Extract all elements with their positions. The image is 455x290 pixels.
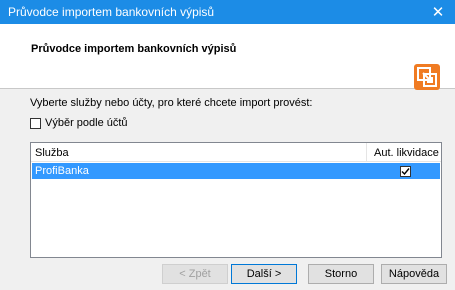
column-header-service[interactable]: Služba (35, 147, 69, 159)
service-name: ProfiBanka (35, 165, 89, 177)
import-wizard-icon (414, 64, 440, 90)
import-wizard-window: Průvodce importem bankovních výpisů ✕ Pr… (0, 0, 455, 290)
page-title: Průvodce importem bankovních výpisů (31, 43, 237, 55)
column-header-auto-liquidation[interactable]: Aut. likvidace (374, 147, 439, 159)
wizard-header: Průvodce importem bankovních výpisů (0, 24, 455, 90)
column-divider[interactable] (366, 143, 367, 161)
close-icon[interactable]: ✕ (421, 0, 455, 24)
instruction-text: Vyberte služby nebo účty, pro které chce… (30, 97, 313, 109)
back-button[interactable]: < Zpět (162, 264, 228, 284)
select-by-accounts-checkbox[interactable] (30, 117, 41, 129)
title-bar[interactable]: Průvodce importem bankovních výpisů ✕ (0, 0, 455, 24)
table-row[interactable]: ProfiBanka (32, 163, 440, 179)
auto-liquidation-checkbox[interactable] (400, 166, 411, 177)
help-button[interactable]: Nápověda (381, 264, 447, 284)
services-list[interactable]: Služba Aut. likvidace ProfiBanka (30, 142, 442, 258)
cancel-button[interactable]: Storno (308, 264, 374, 284)
list-header: Služba Aut. likvidace (31, 143, 441, 162)
select-by-accounts-row[interactable]: Výběr podle účtů (30, 117, 128, 129)
checkmark-icon (401, 168, 410, 176)
next-button[interactable]: Další > (231, 264, 297, 284)
select-by-accounts-label[interactable]: Výběr podle účtů (45, 117, 128, 129)
window-title: Průvodce importem bankovních výpisů (8, 5, 215, 19)
